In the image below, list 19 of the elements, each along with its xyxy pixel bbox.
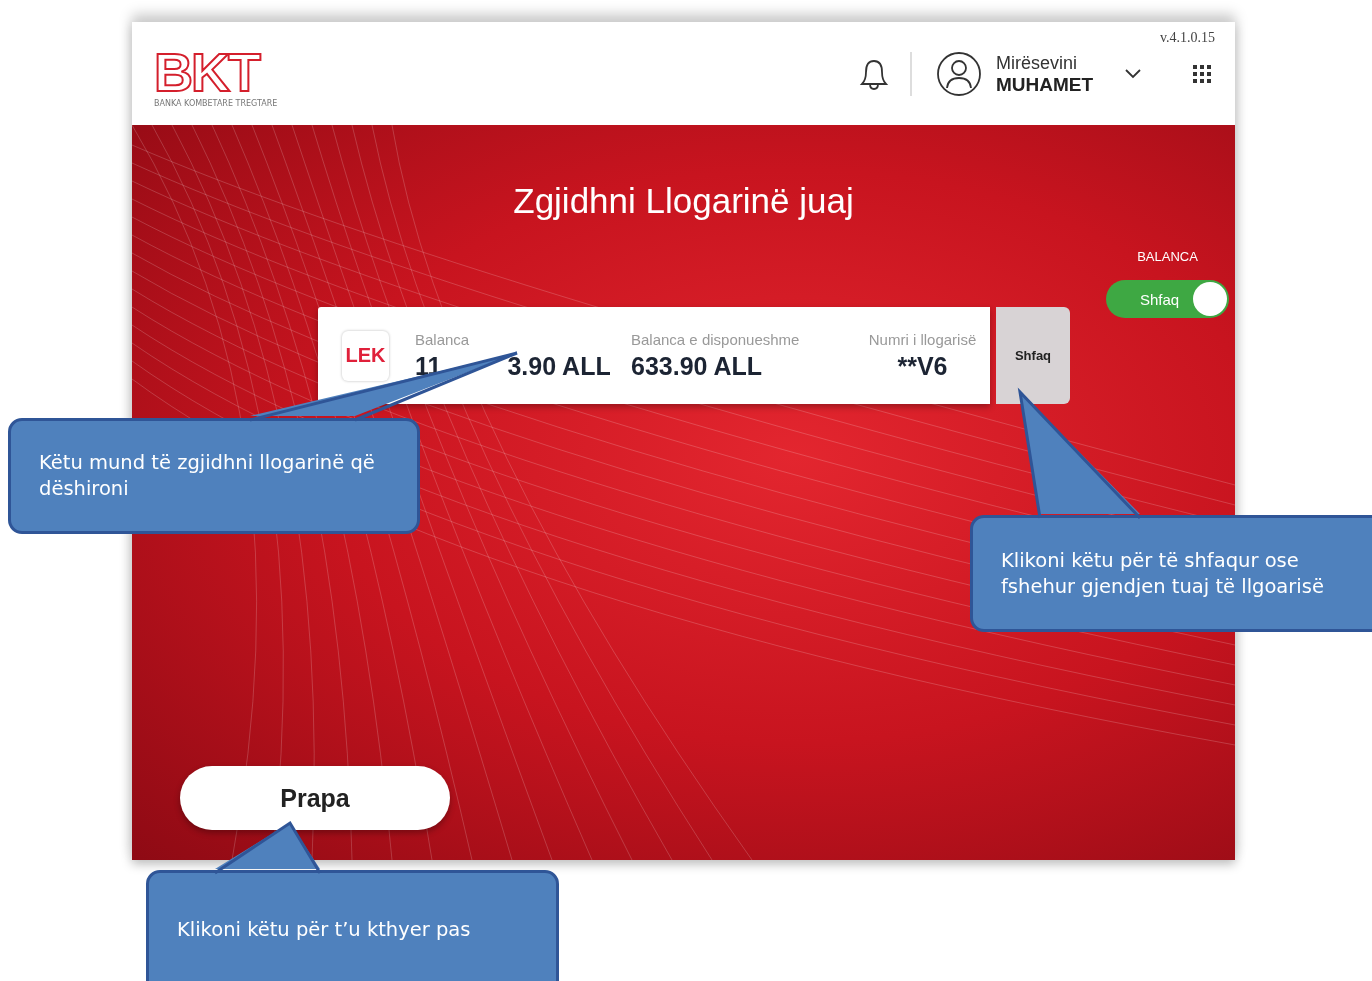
callout: Këtu mund të zgjidhni llogarinë që dëshironi bbox=[8, 418, 420, 534]
amount-text: **V6 bbox=[897, 351, 948, 381]
column-label: Balanca e disponueshme bbox=[631, 330, 801, 348]
currency-badge: LEK bbox=[342, 330, 389, 381]
user-icon[interactable] bbox=[935, 50, 982, 97]
page-title: Zgjidhni Llogarinë juaj bbox=[512, 181, 855, 221]
bank-logo: BKT BANKA KOMBETARE TREGTARE bbox=[154, 45, 278, 108]
chevron-down-icon[interactable] bbox=[1125, 68, 1141, 79]
apps-grid-icon[interactable] bbox=[1193, 64, 1211, 83]
version-text: v.4.1.0.15 bbox=[1159, 30, 1215, 46]
column-label: Numri i llogarisë bbox=[868, 330, 977, 348]
amount-text: 3.90 ALL bbox=[507, 351, 611, 381]
show-balance-button[interactable]: Shfaq bbox=[996, 307, 1070, 404]
back-button[interactable]: Prapa bbox=[180, 766, 450, 830]
balance-label: BALANCA bbox=[1137, 249, 1198, 264]
amount-text: 633.90 ALL bbox=[631, 351, 763, 381]
greeting-text: Mirësevini bbox=[995, 51, 1078, 74]
user-name: MUHAMET bbox=[995, 73, 1093, 96]
column-label: Balanca bbox=[415, 330, 471, 348]
